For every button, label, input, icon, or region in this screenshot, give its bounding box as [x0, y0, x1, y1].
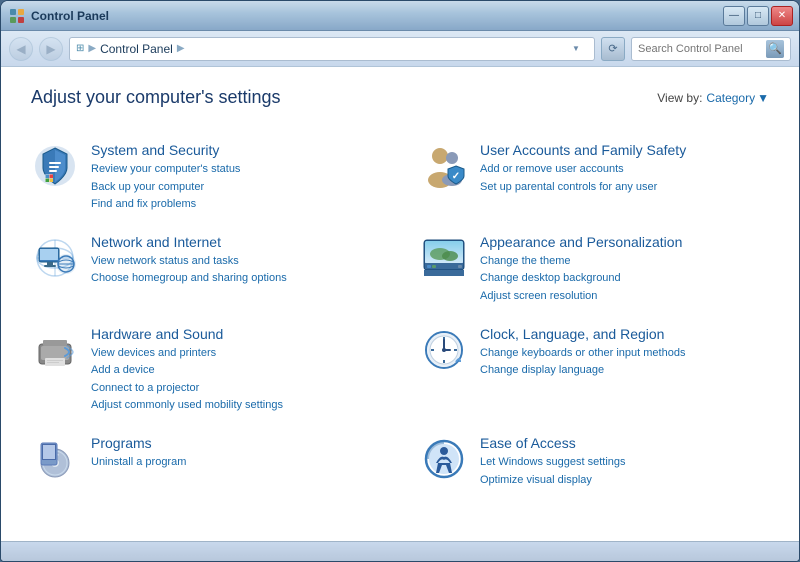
user-accounts-icon: ✓ — [420, 142, 468, 190]
window-controls: — □ ✕ — [723, 6, 793, 26]
ease-access-link-1[interactable]: Let Windows suggest settings — [480, 454, 626, 472]
system-security-link-2[interactable]: Back up your computer — [91, 179, 240, 197]
hardware-sound-text: Hardware and Sound View devices and prin… — [91, 326, 283, 415]
system-security-icon — [31, 142, 79, 190]
user-accounts-text: User Accounts and Family Safety Add or r… — [480, 142, 686, 196]
system-security-text: System and Security Review your computer… — [91, 142, 240, 214]
main-window: Control Panel — □ ✕ ◀ ▶ ⊞ ▶ Control Pane… — [0, 0, 800, 562]
hardware-sound-title[interactable]: Hardware and Sound — [91, 326, 283, 342]
appearance-title[interactable]: Appearance and Personalization — [480, 234, 682, 250]
appearance-text: Appearance and Personalization Change th… — [480, 234, 682, 306]
search-button[interactable]: 🔍 — [766, 40, 784, 58]
address-separator: ▶ — [88, 43, 96, 54]
system-security-title[interactable]: System and Security — [91, 142, 240, 158]
clock-language-link-1[interactable]: Change keyboards or other input methods — [480, 345, 685, 363]
category-network-internet: Network and Internet View network status… — [31, 224, 380, 316]
address-dropdown-icon[interactable]: ▼ — [572, 44, 588, 53]
view-by-value-text: Category — [706, 91, 755, 105]
network-internet-link-2[interactable]: Choose homegroup and sharing options — [91, 270, 287, 288]
user-accounts-link-1[interactable]: Add or remove user accounts — [480, 161, 686, 179]
programs-icon — [31, 435, 79, 483]
user-accounts-title[interactable]: User Accounts and Family Safety — [480, 142, 686, 158]
programs-link-1[interactable]: Uninstall a program — [91, 454, 186, 472]
clock-language-icon — [420, 326, 468, 374]
clock-language-title[interactable]: Clock, Language, and Region — [480, 326, 685, 342]
address-bar: ⊞ ▶ Control Panel ▶ ▼ — [69, 37, 595, 61]
hardware-sound-link-3[interactable]: Connect to a projector — [91, 380, 283, 398]
category-ease-access: Ease of Access Let Windows suggest setti… — [420, 425, 769, 499]
user-accounts-link-2[interactable]: Set up parental controls for any user — [480, 179, 686, 197]
system-security-link-3[interactable]: Find and fix problems — [91, 196, 240, 214]
title-bar-left: Control Panel — [9, 8, 109, 24]
ease-access-text: Ease of Access Let Windows suggest setti… — [480, 435, 626, 489]
minimize-button[interactable]: — — [723, 6, 745, 26]
appearance-link-2[interactable]: Change desktop background — [480, 270, 682, 288]
category-user-accounts: ✓ User Accounts and Family Safety Add or… — [420, 132, 769, 224]
search-bar-container: 🔍 — [631, 37, 791, 61]
ease-access-title[interactable]: Ease of Access — [480, 435, 626, 451]
back-button[interactable]: ◀ — [9, 37, 33, 61]
page-title: Adjust your computer's settings — [31, 87, 281, 108]
appearance-icon — [420, 234, 468, 282]
view-by-control: View by: Category ▼ — [657, 91, 769, 105]
appearance-link-3[interactable]: Adjust screen resolution — [480, 288, 682, 306]
programs-text: Programs Uninstall a program — [91, 435, 186, 472]
hardware-sound-link-2[interactable]: Add a device — [91, 362, 283, 380]
view-by-arrow-icon: ▼ — [757, 91, 769, 105]
system-security-link-1[interactable]: Review your computer's status — [91, 161, 240, 179]
page-header: Adjust your computer's settings View by:… — [31, 87, 769, 108]
hardware-sound-icon — [31, 326, 79, 374]
hardware-sound-link-4[interactable]: Adjust commonly used mobility settings — [91, 397, 283, 415]
title-text: Control Panel — [31, 9, 109, 23]
close-button[interactable]: ✕ — [771, 6, 793, 26]
category-system-security: System and Security Review your computer… — [31, 132, 380, 224]
ease-access-icon — [420, 435, 468, 483]
address-nav-arrow: ▶ — [177, 43, 185, 54]
address-text: Control Panel — [100, 42, 173, 56]
categories-grid: System and Security Review your computer… — [31, 132, 769, 499]
network-internet-link-1[interactable]: View network status and tasks — [91, 253, 287, 271]
refresh-button[interactable]: ⟳ — [601, 37, 625, 61]
ease-access-link-2[interactable]: Optimize visual display — [480, 472, 626, 490]
clock-language-link-2[interactable]: Change display language — [480, 362, 685, 380]
svg-text:✓: ✓ — [452, 171, 460, 182]
network-internet-title[interactable]: Network and Internet — [91, 234, 287, 250]
status-bar — [1, 541, 799, 561]
clock-language-text: Clock, Language, and Region Change keybo… — [480, 326, 685, 380]
network-internet-text: Network and Internet View network status… — [91, 234, 287, 288]
programs-title[interactable]: Programs — [91, 435, 186, 451]
category-hardware-sound: Hardware and Sound View devices and prin… — [31, 316, 380, 425]
hardware-sound-link-1[interactable]: View devices and printers — [91, 345, 283, 363]
search-input[interactable] — [638, 43, 766, 55]
control-panel-title-icon — [9, 8, 25, 24]
navigation-bar: ◀ ▶ ⊞ ▶ Control Panel ▶ ▼ ⟳ 🔍 — [1, 31, 799, 67]
address-panel-icon: ⊞ — [76, 43, 84, 54]
view-by-dropdown[interactable]: Category ▼ — [706, 91, 769, 105]
title-bar: Control Panel — □ ✕ — [1, 1, 799, 31]
appearance-link-1[interactable]: Change the theme — [480, 253, 682, 271]
category-appearance: Appearance and Personalization Change th… — [420, 224, 769, 316]
category-programs: Programs Uninstall a program — [31, 425, 380, 499]
category-clock-language: Clock, Language, and Region Change keybo… — [420, 316, 769, 425]
main-content: Adjust your computer's settings View by:… — [1, 67, 799, 541]
forward-button[interactable]: ▶ — [39, 37, 63, 61]
network-internet-icon — [31, 234, 79, 282]
view-by-label: View by: — [657, 91, 702, 105]
maximize-button[interactable]: □ — [747, 6, 769, 26]
